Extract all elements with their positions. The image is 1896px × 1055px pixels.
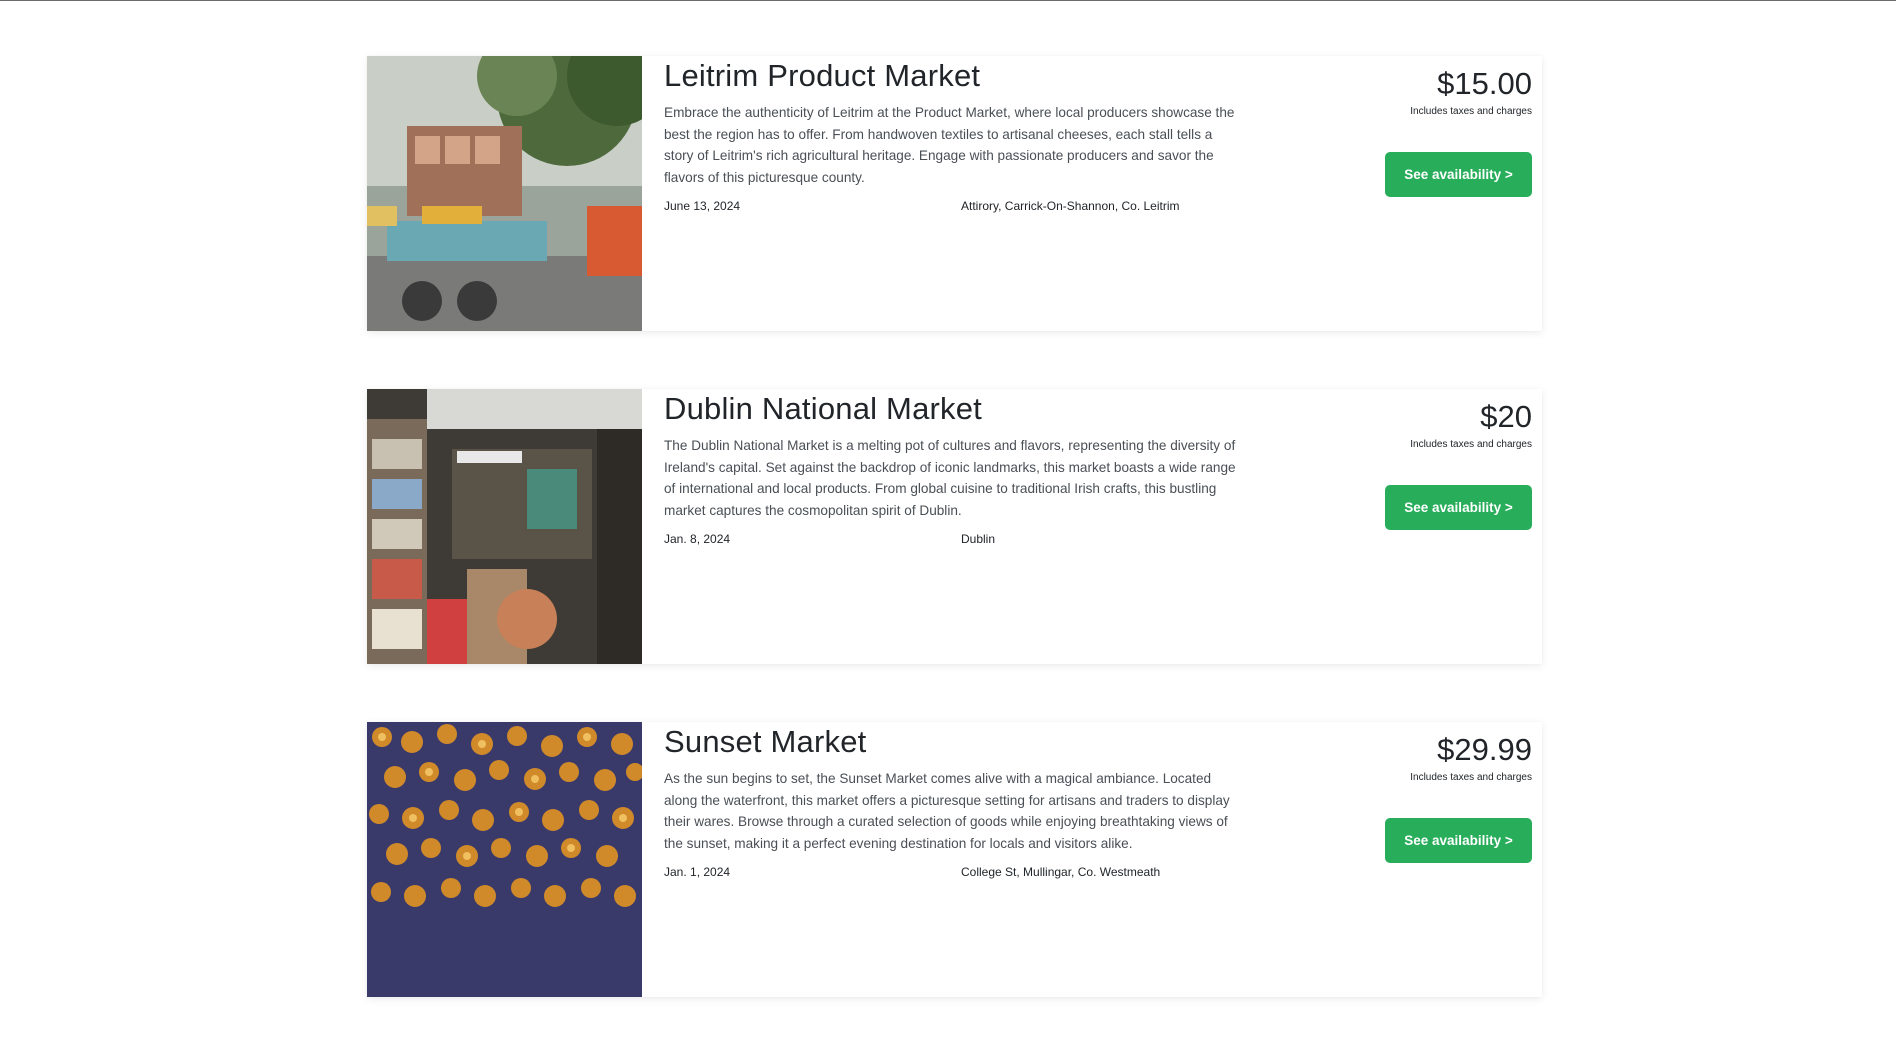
price-note: Includes taxes and charges bbox=[1410, 772, 1532, 783]
market-photo bbox=[367, 56, 642, 331]
market-description: As the sun begins to set, the Sunset Mar… bbox=[664, 771, 1230, 851]
market-info: Leitrim Product Market Embrace the authe… bbox=[664, 58, 1244, 217]
top-divider bbox=[0, 0, 1896, 1]
see-availability-button[interactable]: See availability > bbox=[1385, 152, 1532, 197]
price-block: $29.99 Includes taxes and charges bbox=[1410, 732, 1532, 783]
market-card: Leitrim Product Market Embrace the authe… bbox=[367, 56, 1542, 331]
market-meta: Jan. 8, 2024 Dublin bbox=[664, 532, 1244, 550]
market-card: Dublin National Market The Dublin Nation… bbox=[367, 389, 1542, 664]
market-meta: Jan. 1, 2024 College St, Mullingar, Co. … bbox=[664, 865, 1244, 883]
market-date: Jan. 8, 2024 bbox=[664, 532, 731, 547]
market-image-cart[interactable] bbox=[367, 56, 642, 331]
market-meta: June 13, 2024 Attirory, Carrick-On-Shann… bbox=[664, 199, 1244, 217]
price-block: $15.00 Includes taxes and charges bbox=[1410, 66, 1532, 117]
market-listing: Leitrim Product Market Embrace the authe… bbox=[367, 56, 1542, 1055]
market-price: $20 bbox=[1480, 399, 1532, 434]
market-description: The Dublin National Market is a melting … bbox=[664, 438, 1236, 518]
market-info: Dublin National Market The Dublin Nation… bbox=[664, 391, 1244, 550]
market-photo bbox=[367, 389, 642, 664]
market-image-ornaments[interactable] bbox=[367, 722, 642, 997]
market-photo bbox=[367, 722, 642, 997]
market-location: College St, Mullingar, Co. Westmeath bbox=[961, 865, 1161, 880]
market-title[interactable]: Dublin National Market bbox=[664, 391, 1244, 427]
market-card: Sunset Market As the sun begins to set, … bbox=[367, 722, 1542, 997]
market-location: Dublin bbox=[961, 532, 996, 547]
market-price: $29.99 bbox=[1437, 732, 1532, 767]
price-block: $20 Includes taxes and charges bbox=[1410, 399, 1532, 450]
price-note: Includes taxes and charges bbox=[1410, 439, 1532, 450]
market-price: $15.00 bbox=[1437, 66, 1532, 101]
market-image-shop[interactable] bbox=[367, 389, 642, 664]
market-title[interactable]: Sunset Market bbox=[664, 724, 1244, 760]
see-availability-button[interactable]: See availability > bbox=[1385, 818, 1532, 863]
see-availability-button[interactable]: See availability > bbox=[1385, 485, 1532, 530]
market-location: Attirory, Carrick-On-Shannon, Co. Leitri… bbox=[961, 199, 1180, 214]
market-info: Sunset Market As the sun begins to set, … bbox=[664, 724, 1244, 883]
market-date: June 13, 2024 bbox=[664, 199, 741, 214]
market-title[interactable]: Leitrim Product Market bbox=[664, 58, 1244, 94]
price-note: Includes taxes and charges bbox=[1410, 106, 1532, 117]
market-date: Jan. 1, 2024 bbox=[664, 865, 731, 880]
market-description: Embrace the authenticity of Leitrim at t… bbox=[664, 105, 1235, 185]
